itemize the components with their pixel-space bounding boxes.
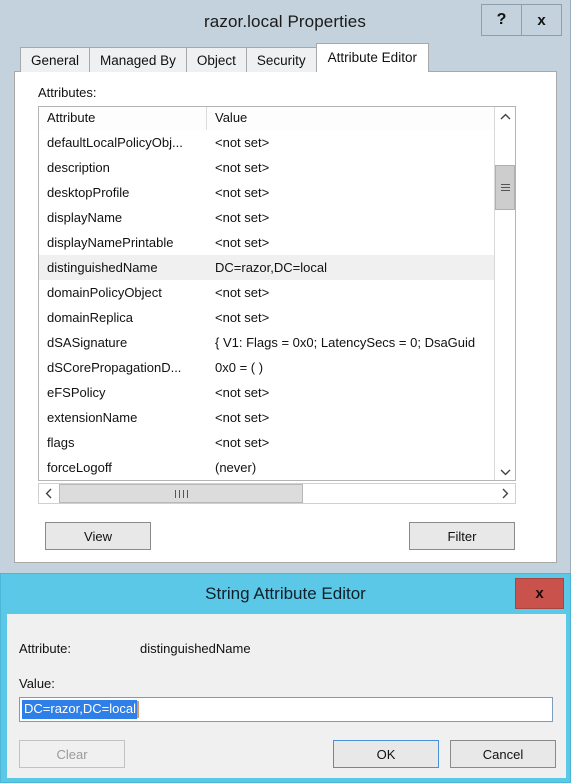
cell-value: <not set> bbox=[215, 135, 270, 150]
cancel-button[interactable]: Cancel bbox=[450, 740, 556, 768]
grip-icon bbox=[500, 182, 510, 193]
tab-security[interactable]: Security bbox=[245, 47, 317, 72]
tab-area: General Managed By Object Security Attri… bbox=[14, 43, 557, 563]
column-header-value[interactable]: Value bbox=[207, 107, 497, 130]
cell-value: <not set> bbox=[215, 185, 270, 200]
value-input-text: DC=razor,DC=local bbox=[22, 700, 137, 719]
dialog-close-icon[interactable]: x bbox=[515, 578, 564, 609]
scroll-down-icon[interactable] bbox=[495, 462, 515, 480]
horizontal-scroll-track[interactable] bbox=[59, 484, 495, 503]
attributes-listview[interactable]: Attribute Value defaultLocalPolicyObj...… bbox=[38, 106, 516, 481]
cell-value: <not set> bbox=[215, 285, 270, 300]
cell-value: <not set> bbox=[215, 235, 270, 250]
cell-value: <not set> bbox=[215, 435, 270, 450]
cell-attribute: defaultLocalPolicyObj... bbox=[47, 135, 183, 150]
table-row[interactable]: displayName <not set> bbox=[39, 205, 515, 230]
table-row[interactable]: extensionName <not set> bbox=[39, 405, 515, 430]
grip-icon bbox=[173, 489, 189, 498]
table-row[interactable]: description <not set> bbox=[39, 155, 515, 180]
cell-value: DC=razor,DC=local bbox=[215, 260, 327, 275]
vertical-scrollbar[interactable] bbox=[494, 107, 515, 480]
vertical-scroll-thumb[interactable] bbox=[495, 165, 515, 210]
dialog-title: String Attribute Editor bbox=[205, 584, 366, 603]
cell-value: (never) bbox=[215, 460, 257, 475]
listview-body: defaultLocalPolicyObj... <not set> descrip… bbox=[39, 130, 515, 480]
cell-attribute: displayName bbox=[47, 210, 123, 225]
table-row[interactable]: domainPolicyObject <not set> bbox=[39, 280, 515, 305]
scroll-right-icon[interactable] bbox=[495, 484, 515, 503]
table-row[interactable]: forceLogoff (never) bbox=[39, 455, 515, 480]
window-controls: ? x bbox=[481, 4, 562, 36]
horizontal-scrollbar[interactable] bbox=[38, 483, 516, 504]
table-row[interactable]: dSASignature { V1: Flags = 0x0; LatencySe… bbox=[39, 330, 515, 355]
cell-attribute: desktopProfile bbox=[47, 185, 130, 200]
vertical-scroll-track[interactable] bbox=[495, 127, 515, 460]
attribute-label: Attribute: bbox=[19, 641, 72, 656]
cell-attribute: dSASignature bbox=[47, 335, 128, 350]
tab-general[interactable]: General bbox=[20, 47, 91, 72]
table-row[interactable]: desktopProfile <not set> bbox=[39, 180, 515, 205]
scroll-left-icon[interactable] bbox=[39, 484, 59, 503]
view-button[interactable]: View bbox=[45, 522, 151, 550]
cell-attribute: domainPolicyObject bbox=[47, 285, 162, 300]
filter-button[interactable]: Filter bbox=[409, 522, 515, 550]
screen: razor.local Properties ? x General Manag… bbox=[0, 0, 571, 783]
string-attribute-editor-dialog: String Attribute Editor x Attribute: dis… bbox=[0, 573, 571, 783]
ok-button[interactable]: OK bbox=[333, 740, 439, 768]
dialog-body: Attribute: distinguishedName Value: DC=r… bbox=[7, 614, 566, 778]
window-titlebar: razor.local Properties ? x bbox=[0, 0, 570, 43]
attribute-editor-panel: Attributes: Attribute Value defaultLocal… bbox=[14, 71, 557, 563]
cell-attribute: displayNamePrintable bbox=[47, 235, 174, 250]
window-title: razor.local Properties bbox=[204, 11, 366, 31]
horizontal-scroll-thumb[interactable] bbox=[59, 484, 303, 503]
table-row[interactable]: displayNamePrintable <not set> bbox=[39, 230, 515, 255]
value-input[interactable]: DC=razor,DC=local bbox=[19, 697, 553, 722]
cell-value: 0x0 = ( ) bbox=[215, 360, 264, 375]
attributes-label: Attributes: bbox=[38, 85, 97, 100]
cell-attribute: domainReplica bbox=[47, 310, 133, 325]
column-header-attribute[interactable]: Attribute bbox=[39, 107, 207, 130]
close-icon[interactable]: x bbox=[521, 4, 562, 36]
help-icon[interactable]: ? bbox=[481, 4, 522, 36]
properties-window: razor.local Properties ? x General Manag… bbox=[0, 0, 571, 578]
table-row[interactable]: defaultLocalPolicyObj... <not set> bbox=[39, 130, 515, 155]
cell-attribute: description bbox=[47, 160, 110, 175]
cell-value: { V1: Flags = 0x0; LatencySecs = 0; DsaG… bbox=[215, 335, 476, 350]
dialog-titlebar: String Attribute Editor x bbox=[1, 574, 570, 614]
table-row[interactable]: domainReplica <not set> bbox=[39, 305, 515, 330]
tab-attribute-editor[interactable]: Attribute Editor bbox=[315, 43, 429, 72]
text-caret bbox=[137, 701, 139, 718]
cell-value: <not set> bbox=[215, 385, 270, 400]
cell-attribute: flags bbox=[47, 435, 75, 450]
cell-value: <not set> bbox=[215, 310, 270, 325]
tab-object[interactable]: Object bbox=[185, 47, 247, 72]
table-row[interactable]: flags <not set> bbox=[39, 430, 515, 455]
scroll-up-icon[interactable] bbox=[495, 107, 515, 127]
cell-attribute: forceLogoff bbox=[47, 460, 112, 475]
cell-value: <not set> bbox=[215, 410, 270, 425]
tab-managed-by[interactable]: Managed By bbox=[89, 47, 187, 72]
cell-attribute: eFSPolicy bbox=[47, 385, 106, 400]
table-row[interactable]: dSCorePropagationD... 0x0 = ( ) bbox=[39, 355, 515, 380]
cell-value: <not set> bbox=[215, 210, 270, 225]
table-row[interactable]: eFSPolicy <not set> bbox=[39, 380, 515, 405]
value-label: Value: bbox=[19, 676, 55, 691]
cell-attribute: extensionName bbox=[47, 410, 138, 425]
cell-value: <not set> bbox=[215, 160, 270, 175]
tab-strip: General Managed By Object Security Attri… bbox=[14, 43, 557, 72]
listview-header: Attribute Value bbox=[39, 107, 515, 130]
cell-attribute: dSCorePropagationD... bbox=[47, 360, 182, 375]
clear-button[interactable]: Clear bbox=[19, 740, 125, 768]
cell-attribute: distinguishedName bbox=[47, 260, 158, 275]
table-row[interactable]: distinguishedName DC=razor,DC=local bbox=[39, 255, 515, 280]
attribute-name-value: distinguishedName bbox=[140, 641, 251, 656]
